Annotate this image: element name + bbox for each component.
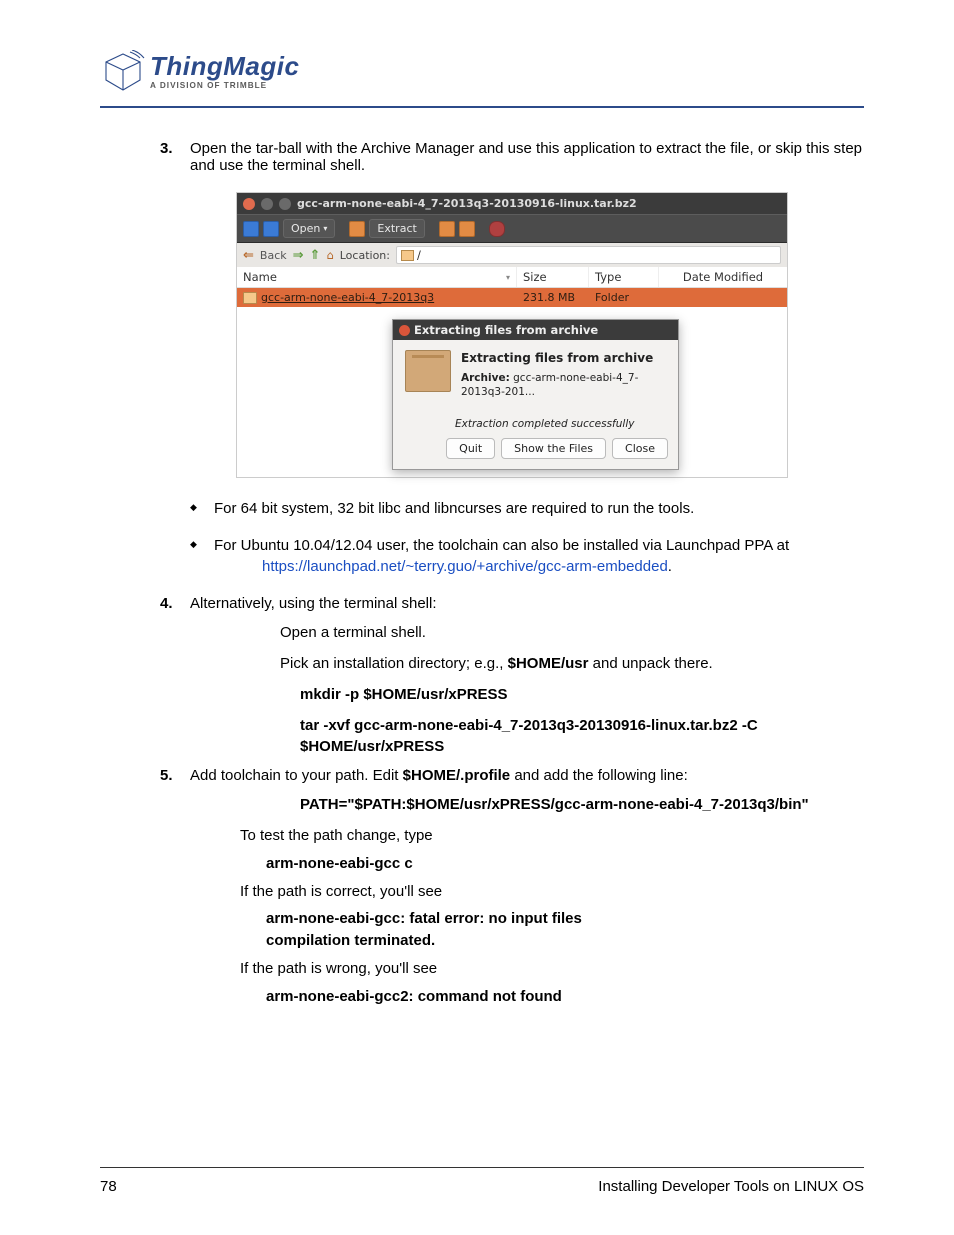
logo-subtitle: A DIVISION OF TRIMBLE [150, 82, 299, 90]
list-item: For Ubuntu 10.04/12.04 user, the toolcha… [190, 535, 864, 577]
new-archive-icon[interactable] [243, 221, 259, 237]
col-date[interactable]: Date Modified [659, 267, 787, 287]
logo-title: ThingMagic [150, 53, 299, 79]
list-item: For 64 bit system, 32 bit libc and libnc… [190, 498, 864, 519]
section-title: Installing Developer Tools on LINUX OS [598, 1178, 864, 1195]
document-page: ThingMagic A DIVISION OF TRIMBLE 3. Open… [0, 0, 954, 1235]
step4-line1: Open a terminal shell. [280, 622, 864, 643]
test-intro: To test the path change, type [240, 825, 864, 847]
ok-line1: arm-none-eabi-gcc: fatal error: no input… [266, 908, 864, 930]
step-3: 3. Open the tar-ball with the Archive Ma… [160, 140, 864, 174]
step-number: 3. [160, 140, 190, 174]
back-label: Back [260, 249, 287, 262]
step-4: 4. Alternatively, using the terminal she… [160, 595, 864, 612]
dialog-status: Extraction completed successfully [455, 418, 678, 430]
window-title: gcc-arm-none-eabi-4_7-2013q3-20130916-li… [297, 197, 637, 210]
col-type[interactable]: Type [589, 267, 659, 287]
row-name: gcc-arm-none-eabi-4_7-2013q3 [261, 291, 434, 304]
chevron-down-icon: ▾ [323, 224, 327, 233]
logo: ThingMagic A DIVISION OF TRIMBLE [100, 50, 299, 94]
bad-intro: If the path is wrong, you'll see [240, 958, 864, 980]
ok-intro: If the path is correct, you'll see [240, 881, 864, 903]
close-icon[interactable] [243, 198, 255, 210]
archive-manager-window: gcc-arm-none-eabi-4_7-2013q3-20130916-li… [236, 192, 788, 478]
col-name[interactable]: Name ▾ [237, 267, 517, 287]
dialog-titlebar: Extracting files from archive [393, 320, 678, 340]
show-files-button[interactable]: Show the Files [501, 438, 606, 459]
location-label: Location: [340, 249, 390, 262]
step-text: Alternatively, using the terminal shell: [190, 595, 864, 612]
page-content: 3. Open the tar-ball with the Archive Ma… [100, 140, 864, 1007]
up-arrow-icon[interactable]: ⇑ [310, 248, 321, 263]
maximize-icon[interactable] [279, 198, 291, 210]
window-titlebar: gcc-arm-none-eabi-4_7-2013q3-20130916-li… [237, 193, 787, 214]
open-label: Open [291, 222, 320, 235]
tar-command: tar -xvf gcc-arm-none-eabi-4_7-2013q3-20… [300, 715, 864, 757]
toolbar-icon-1[interactable] [439, 221, 455, 237]
back-arrow-icon[interactable]: ⇐ [243, 248, 254, 263]
step-text: Add toolchain to your path. Edit $HOME/.… [190, 767, 864, 784]
notes-list: For 64 bit system, 32 bit libc and libnc… [190, 498, 864, 577]
row-type: Folder [589, 288, 659, 307]
sort-arrow-icon: ▾ [506, 273, 510, 282]
package-icon [405, 350, 451, 392]
thingmagic-logo-icon [100, 50, 146, 94]
row-size: 231.8 MB [517, 288, 589, 307]
folder-icon [401, 250, 414, 261]
close-icon[interactable] [399, 325, 410, 336]
step4-line2: Pick an installation directory; e.g., $H… [280, 653, 864, 674]
dialog-heading: Extracting files from archive [461, 350, 666, 367]
home-icon[interactable]: ⌂ [326, 248, 333, 262]
path-line: PATH="$PATH:$HOME/usr/xPRESS/gcc-arm-non… [300, 794, 864, 815]
minimize-icon[interactable] [261, 198, 273, 210]
add-files-icon[interactable] [349, 221, 365, 237]
close-button[interactable]: Close [612, 438, 668, 459]
col-size[interactable]: Size [517, 267, 589, 287]
column-headers: Name ▾ Size Type Date Modified [237, 267, 787, 288]
step-text: Open the tar-ball with the Archive Manag… [190, 140, 864, 174]
location-field[interactable]: / [396, 246, 781, 264]
folder-icon [243, 292, 257, 304]
mkdir-command: mkdir -p $HOME/usr/xPRESS [300, 684, 864, 705]
quit-button[interactable]: Quit [446, 438, 495, 459]
extract-button[interactable]: Extract [369, 219, 424, 238]
dialog-title: Extracting files from archive [414, 323, 598, 337]
open-button[interactable]: Open ▾ [283, 219, 335, 238]
location-bar: ⇐ Back ⇒ ⇑ ⌂ Location: / [237, 243, 787, 267]
dialog-buttons: Quit Show the Files Close [393, 438, 678, 469]
forward-arrow-icon[interactable]: ⇒ [293, 248, 304, 263]
extraction-dialog: Extracting files from archive Extracting… [392, 319, 679, 470]
row-date [659, 288, 787, 307]
launchpad-link[interactable]: https://launchpad.net/~terry.guo/+archiv… [262, 558, 668, 575]
open-archive-icon[interactable] [263, 221, 279, 237]
table-row[interactable]: gcc-arm-none-eabi-4_7-2013q3 231.8 MB Fo… [237, 288, 787, 307]
toolbar-icon-2[interactable] [459, 221, 475, 237]
location-value: / [417, 248, 421, 262]
extract-label: Extract [377, 222, 416, 235]
step-number: 4. [160, 595, 190, 612]
dialog-archive-line: Archive: gcc-arm-none-eabi-4_7-2013q3-20… [461, 371, 666, 400]
step-number: 5. [160, 767, 190, 784]
page-header: ThingMagic A DIVISION OF TRIMBLE [100, 50, 864, 108]
ok-line2: compilation terminated. [266, 930, 864, 952]
stop-icon[interactable] [489, 221, 505, 237]
step-5: 5. Add toolchain to your path. Edit $HOM… [160, 767, 864, 784]
page-footer: 78 Installing Developer Tools on LINUX O… [100, 1167, 864, 1195]
bad-line: arm-none-eabi-gcc2: command not found [266, 986, 864, 1008]
test-command: arm-none-eabi-gcc c [266, 853, 864, 875]
window-toolbar: Open ▾ Extract [237, 214, 787, 243]
page-number: 78 [100, 1178, 117, 1195]
